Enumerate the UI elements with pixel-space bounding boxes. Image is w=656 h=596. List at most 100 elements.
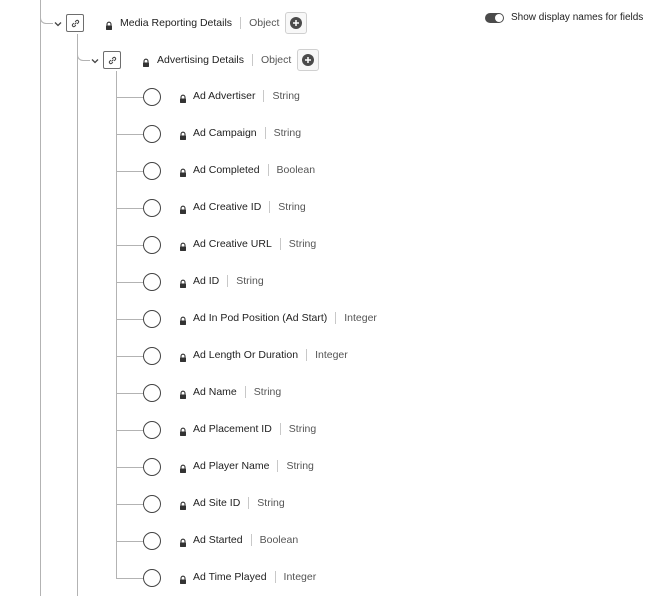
- add-field-button[interactable]: [285, 12, 308, 34]
- field-type: String: [288, 423, 317, 435]
- link-icon[interactable]: [66, 14, 84, 32]
- field-row: Ad Creative URL String: [178, 238, 317, 251]
- field-select-radio[interactable]: [143, 458, 161, 476]
- parent-field-name[interactable]: Media Reporting Details: [120, 17, 232, 29]
- field-select-radio[interactable]: [143, 310, 161, 328]
- field-type: String: [273, 127, 302, 139]
- parent-field-type: Object: [249, 17, 280, 29]
- field-name[interactable]: Ad Creative URL: [193, 238, 272, 250]
- add-field-button[interactable]: [297, 49, 320, 71]
- tree-connector: [116, 97, 143, 98]
- tree-connector: [116, 282, 143, 283]
- field-select-radio[interactable]: [143, 384, 161, 402]
- lock-icon: [178, 276, 188, 288]
- field-type: String: [236, 275, 264, 287]
- lock-icon: [178, 128, 188, 140]
- lock-icon: [141, 55, 151, 67]
- field-name[interactable]: Ad Creative ID: [193, 201, 261, 213]
- separator: [335, 312, 337, 324]
- field-row: Ad Advertiser String: [178, 90, 300, 103]
- field-name[interactable]: Ad Name: [193, 386, 237, 398]
- field-name[interactable]: Ad Length Or Duration: [193, 349, 298, 361]
- separator: [277, 460, 279, 472]
- field-name[interactable]: Ad Placement ID: [193, 423, 272, 435]
- field-select-radio[interactable]: [143, 273, 161, 291]
- field-row: Ad Name String: [178, 386, 282, 399]
- tree-guide-parent: [77, 34, 78, 596]
- field-type: Boolean: [259, 534, 299, 546]
- link-icon[interactable]: [103, 51, 121, 69]
- field-name[interactable]: Ad Time Played: [193, 571, 267, 583]
- lock-icon: [178, 535, 188, 547]
- tree-connector: [116, 430, 143, 431]
- field-name[interactable]: Ad ID: [193, 275, 219, 287]
- separator: [264, 127, 266, 139]
- lock-icon: [178, 498, 188, 510]
- display-names-toggle[interactable]: [485, 12, 504, 23]
- separator: [279, 238, 281, 250]
- field-type: String: [278, 201, 306, 213]
- tree-guide-root: [40, 0, 41, 596]
- chevron-down-icon[interactable]: [89, 54, 101, 66]
- tree-connector: [116, 467, 143, 468]
- child-field-type: Object: [260, 54, 292, 66]
- field-select-radio[interactable]: [143, 162, 161, 180]
- field-row: Ad In Pod Position (Ad Start) Integer: [178, 312, 377, 325]
- field-row: Ad Length Or Duration Integer: [178, 349, 348, 362]
- field-row: Ad ID String: [178, 275, 264, 288]
- field-row: Ad Creative ID String: [178, 201, 306, 214]
- lock-icon: [178, 461, 188, 473]
- field-type: Integer: [315, 349, 348, 361]
- field-select-radio[interactable]: [143, 125, 161, 143]
- field-type: Integer: [344, 312, 377, 324]
- field-select-radio[interactable]: [143, 495, 161, 513]
- field-select-radio[interactable]: [143, 347, 161, 365]
- separator: [248, 497, 250, 509]
- field-select-radio[interactable]: [143, 88, 161, 106]
- field-name[interactable]: Ad Site ID: [193, 497, 240, 509]
- field-type: String: [288, 238, 317, 250]
- tree-connector: [116, 208, 143, 209]
- lock-icon: [178, 239, 188, 251]
- field-row: Ad Started Boolean: [178, 534, 299, 547]
- lock-icon: [178, 572, 188, 584]
- separator: [244, 386, 246, 398]
- field-select-radio[interactable]: [143, 421, 161, 439]
- lock-icon: [178, 91, 188, 103]
- display-names-toggle-label: Show display names for fields: [511, 12, 644, 23]
- tree-connector: [116, 319, 143, 320]
- separator: [263, 90, 265, 102]
- field-row: Ad Player Name String: [178, 460, 314, 473]
- field-select-radio[interactable]: [143, 532, 161, 550]
- tree-connector: [116, 504, 143, 505]
- field-type: String: [257, 497, 285, 509]
- separator: [269, 201, 271, 213]
- field-name[interactable]: Ad Advertiser: [193, 90, 255, 102]
- tree-connector: [116, 578, 143, 579]
- separator: [267, 164, 269, 176]
- field-select-radio[interactable]: [143, 199, 161, 217]
- lock-icon: [178, 313, 188, 325]
- field-row: Ad Site ID String: [178, 497, 285, 510]
- field-type: String: [253, 386, 282, 398]
- tree-connector: [116, 393, 143, 394]
- lock-icon: [178, 165, 188, 177]
- separator: [240, 17, 242, 29]
- field-type: Integer: [283, 571, 317, 583]
- separator: [251, 54, 253, 66]
- field-name[interactable]: Ad In Pod Position (Ad Start): [193, 312, 327, 324]
- field-row: Ad Completed Boolean: [178, 164, 315, 177]
- field-type: String: [286, 460, 314, 472]
- field-select-radio[interactable]: [143, 236, 161, 254]
- field-name[interactable]: Ad Started: [193, 534, 243, 546]
- field-name[interactable]: Ad Completed: [193, 164, 260, 176]
- tree-connector: [116, 134, 143, 135]
- lock-icon: [178, 202, 188, 214]
- field-select-radio[interactable]: [143, 569, 161, 587]
- child-field-name[interactable]: Advertising Details: [157, 54, 244, 66]
- chevron-down-icon[interactable]: [52, 17, 64, 29]
- field-name[interactable]: Ad Campaign: [193, 127, 257, 139]
- field-name[interactable]: Ad Player Name: [193, 460, 269, 472]
- separator: [279, 423, 281, 435]
- separator: [306, 349, 308, 361]
